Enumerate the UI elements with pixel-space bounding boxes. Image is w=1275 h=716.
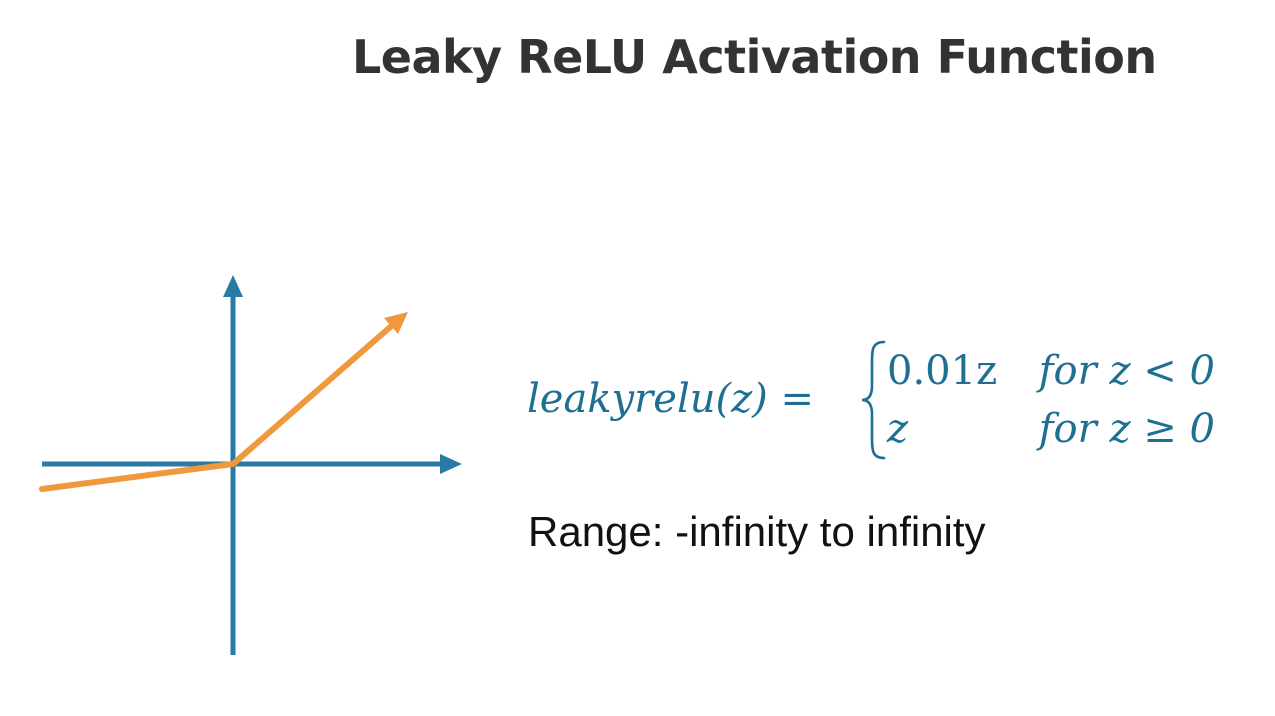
- case-negative-condition: for z < 0: [1038, 348, 1215, 394]
- formula-case-positive: z for z ≥ 0: [887, 406, 1215, 452]
- cases-brace: [861, 340, 886, 460]
- range-text: Range: -infinity to infinity: [528, 508, 986, 555]
- x-axis: [42, 454, 462, 474]
- formula-case-negative: 0.01z for z < 0: [887, 348, 1215, 394]
- case-positive-condition: for z ≥ 0: [1038, 406, 1215, 452]
- formula-lhs: leakyrelu(z) =: [527, 376, 815, 422]
- case-positive-value: z: [887, 406, 909, 452]
- case-negative-value: 0.01z: [887, 348, 998, 394]
